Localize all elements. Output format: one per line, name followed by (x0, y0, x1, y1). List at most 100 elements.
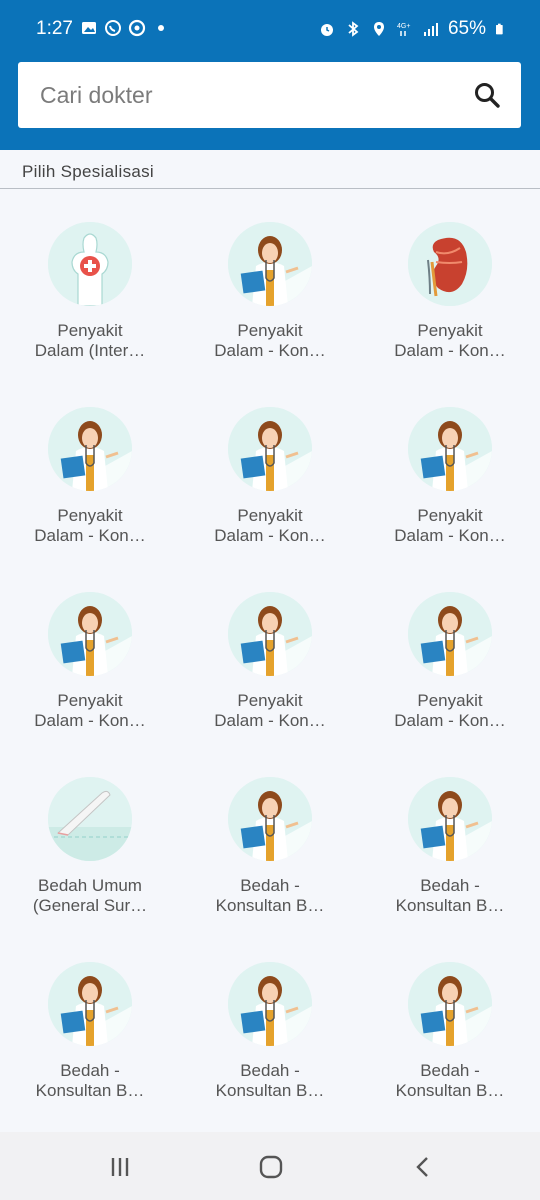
dot-icon (158, 25, 164, 31)
location-icon (373, 22, 384, 36)
label-line-1: Bedah - (240, 1061, 300, 1080)
label-line-1: Bedah - (240, 876, 300, 895)
status-left-icons (80, 19, 170, 37)
bluetooth-icon (348, 21, 359, 37)
specialization-card[interactable]: Penyakit Dalam - Kon… (360, 190, 540, 375)
specialization-label: Penyakit Dalam - Kon… (10, 506, 170, 546)
label-line-1: Bedah - (420, 1061, 480, 1080)
label-line-2: Dalam - Kon… (34, 711, 146, 730)
specialization-grid: Penyakit Dalam (Inter… Penyakit Dalam - Kon… (0, 190, 540, 1132)
doctor-icon (48, 962, 132, 1046)
specialization-card[interactable]: Bedah Umum (General Sur… (0, 745, 180, 930)
specialization-label: Penyakit Dalam - Kon… (370, 321, 530, 361)
specialization-label: Penyakit Dalam - Kon… (190, 321, 350, 361)
label-line-2: Dalam - Kon… (214, 341, 326, 360)
label-line-2: Konsultan B… (215, 1081, 325, 1100)
doctor-icon (408, 777, 492, 861)
doctor-icon (48, 592, 132, 676)
doctor-icon (228, 592, 312, 676)
specialization-card[interactable]: Penyakit Dalam - Kon… (0, 560, 180, 745)
label-line-2: Dalam - Kon… (394, 526, 506, 545)
specialization-card[interactable]: Penyakit Dalam - Kon… (180, 560, 360, 745)
label-line-2: Dalam - Kon… (214, 526, 326, 545)
doctor-icon (408, 592, 492, 676)
label-line-1: Penyakit (237, 506, 303, 525)
battery-percentage: 65% (447, 18, 486, 39)
signal-icon (423, 23, 438, 36)
doctor-icon (228, 222, 312, 306)
svg-text:4G+: 4G+ (397, 23, 410, 30)
specialization-label: Bedah - Konsultan B… (190, 876, 350, 916)
search-input[interactable] (40, 62, 460, 128)
specialization-label: Bedah Umum (General Sur… (10, 876, 170, 916)
specialization-label: Penyakit Dalam - Kon… (10, 691, 170, 731)
section-title: Pilih Spesialisasi (22, 162, 155, 181)
label-line-2: Dalam (Inter… (34, 341, 146, 360)
label-line-1: Penyakit (57, 321, 123, 340)
specialization-card[interactable]: Bedah - Konsultan B… (0, 930, 180, 1115)
label-line-2: Dalam - Kon… (34, 526, 146, 545)
doctor-icon (228, 962, 312, 1046)
specialization-label: Penyakit Dalam - Kon… (190, 691, 350, 731)
home-icon[interactable] (256, 1152, 286, 1182)
specialization-card[interactable]: Bedah - Konsultan B… (180, 745, 360, 930)
label-line-1: Penyakit (417, 321, 483, 340)
label-line-2: (General Sur… (32, 896, 148, 915)
specialization-card[interactable]: Bedah - Konsultan B… (180, 930, 360, 1115)
status-time: 1:27 (36, 18, 73, 39)
label-line-1: Penyakit (237, 321, 303, 340)
label-line-2: Konsultan B… (35, 1081, 145, 1100)
specialization-card[interactable]: Penyakit Dalam - Kon… (180, 375, 360, 560)
label-line-1: Bedah - (60, 1061, 120, 1080)
whatsapp-icon (105, 20, 121, 36)
doctor-icon (48, 407, 132, 491)
app-header: 1:27 4G+ 65% (0, 0, 540, 150)
doctor-icon (228, 407, 312, 491)
status-bar: 1:27 4G+ 65% (0, 0, 540, 60)
specialization-card[interactable]: Bedah - Konsultan B… (360, 745, 540, 930)
specialization-label: Bedah - Konsultan B… (10, 1061, 170, 1101)
scalpel-icon (48, 777, 132, 861)
label-line-2: Dalam - Kon… (394, 341, 506, 360)
label-line-1: Penyakit (237, 691, 303, 710)
doctor-icon (408, 962, 492, 1046)
app-icon (128, 19, 146, 37)
label-line-2: Konsultan B… (395, 1081, 505, 1100)
label-line-1: Penyakit (417, 506, 483, 525)
doctor-icon (408, 407, 492, 491)
battery-icon (496, 23, 503, 35)
label-line-1: Penyakit (57, 691, 123, 710)
divider (0, 188, 540, 189)
specialization-label: Penyakit Dalam - Kon… (370, 691, 530, 731)
specialization-label: Bedah - Konsultan B… (190, 1061, 350, 1101)
specialization-card[interactable]: Penyakit Dalam - Kon… (360, 375, 540, 560)
specialization-label: Penyakit Dalam (Inter… (10, 321, 170, 361)
search-box[interactable] (18, 62, 521, 128)
specialization-card[interactable]: Penyakit Dalam - Kon… (0, 375, 180, 560)
specialization-label: Bedah - Konsultan B… (370, 1061, 530, 1101)
label-line-2: Dalam - Kon… (394, 711, 506, 730)
body-cross-icon (48, 222, 132, 306)
label-line-1: Bedah - (420, 876, 480, 895)
label-line-1: Penyakit (57, 506, 123, 525)
search-icon[interactable] (473, 81, 501, 109)
back-icon[interactable] (408, 1152, 438, 1182)
doctor-icon (228, 777, 312, 861)
label-line-2: Konsultan B… (395, 896, 505, 915)
label-line-1: Penyakit (417, 691, 483, 710)
specialization-card[interactable]: Penyakit Dalam - Kon… (180, 190, 360, 375)
specialization-card[interactable]: Penyakit Dalam (Inter… (0, 190, 180, 375)
specialization-label: Bedah - Konsultan B… (370, 876, 530, 916)
system-nav-bar (0, 1132, 540, 1200)
specialization-label: Penyakit Dalam - Kon… (190, 506, 350, 546)
specialization-card[interactable]: Bedah - Konsultan B… (360, 930, 540, 1115)
status-right: 4G+ 65% (318, 18, 506, 40)
recents-icon[interactable] (105, 1152, 135, 1182)
gallery-icon (82, 22, 96, 34)
specialization-label: Penyakit Dalam - Kon… (370, 506, 530, 546)
alarm-icon (320, 24, 333, 36)
label-line-2: Dalam - Kon… (214, 711, 326, 730)
specialization-card[interactable]: Penyakit Dalam - Kon… (360, 560, 540, 745)
4g-icon: 4G+ (397, 23, 410, 36)
label-line-1: Bedah Umum (38, 876, 142, 895)
